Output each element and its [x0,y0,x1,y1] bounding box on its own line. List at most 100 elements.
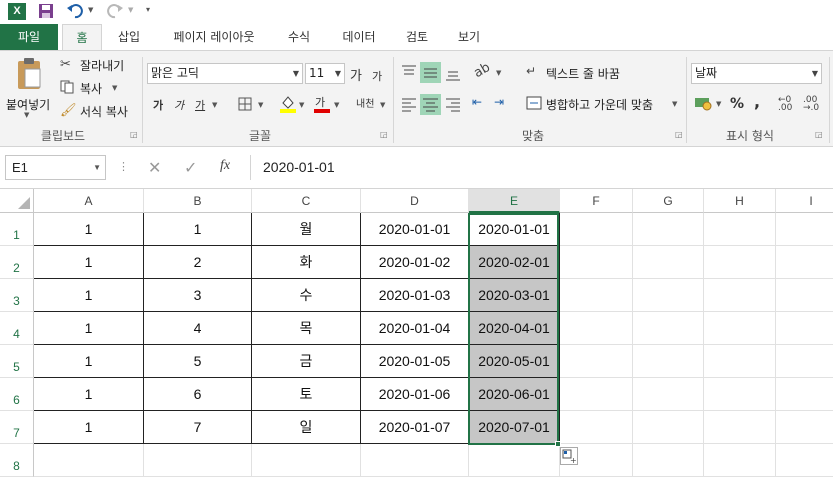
auto-fill-options-icon[interactable]: + [560,447,578,465]
format-painter-button[interactable]: 서식 복사 [80,103,128,120]
phonetic-dropdown-icon[interactable]: ▼ [380,101,385,109]
font-size-combo[interactable]: 11 ▼ [305,63,345,84]
cell-h5[interactable] [704,345,776,378]
accounting-dropdown-icon[interactable]: ▼ [716,100,721,108]
cell-d1[interactable]: 2020-01-01 [361,213,469,246]
decrease-font-size-button[interactable]: 가 [372,68,382,84]
number-format-combo[interactable]: 날짜 ▼ [691,63,822,84]
customize-icon[interactable]: ▾ [146,5,150,14]
cell-i7[interactable] [776,411,833,444]
tab-insert[interactable]: 삽입 [108,24,150,50]
cell-c5[interactable]: 금 [252,345,361,378]
bold-button[interactable]: 가 [153,97,163,113]
cell-e2[interactable]: 2020-02-01 [469,246,560,279]
underline-button[interactable]: 가 [195,97,205,113]
cell-f7[interactable] [560,411,633,444]
cell-h1[interactable] [704,213,776,246]
cell-i6[interactable] [776,378,833,411]
cell-g6[interactable] [633,378,704,411]
cell-e1[interactable]: 2020-01-01 [469,213,560,246]
undo-icon[interactable] [66,2,84,20]
cell-h4[interactable] [704,312,776,345]
cell-f4[interactable] [560,312,633,345]
check-icon[interactable]: ✓ [184,158,197,177]
phonetic-guide-button[interactable]: 내천 [356,95,374,110]
cell-i3[interactable] [776,279,833,312]
clipboard-launcher-icon[interactable]: ◲ [130,130,138,139]
cell-h8[interactable] [704,444,776,477]
borders-dropdown-icon[interactable]: ▼ [258,101,263,109]
undo-dropdown-icon[interactable]: ▼ [88,6,93,14]
column-header-e[interactable]: E [469,189,560,213]
cell-e3[interactable]: 2020-03-01 [469,279,560,312]
cell-g1[interactable] [633,213,704,246]
cell-a7[interactable]: 1 [34,411,144,444]
cell-e8[interactable] [469,444,560,477]
name-box[interactable]: E1 ▼ [5,155,106,180]
column-header-d[interactable]: D [361,189,469,213]
font-name-combo[interactable]: 맑은 고딕 ▼ [147,63,303,84]
tab-formulas[interactable]: 수식 [278,24,320,50]
cell-b3[interactable]: 3 [144,279,252,312]
cell-c8[interactable] [252,444,361,477]
italic-button[interactable]: 가 [174,97,184,113]
accounting-format-icon[interactable] [694,95,714,111]
cell-i1[interactable] [776,213,833,246]
cell-e4[interactable]: 2020-04-01 [469,312,560,345]
cell-f3[interactable] [560,279,633,312]
cell-f6[interactable] [560,378,633,411]
decrease-indent-icon[interactable]: ⇤ [472,95,482,109]
cell-g4[interactable] [633,312,704,345]
column-header-b[interactable]: B [144,189,252,213]
cell-b8[interactable] [144,444,252,477]
cell-d3[interactable]: 2020-01-03 [361,279,469,312]
tab-page-layout[interactable]: 페이지 레이아웃 [160,24,268,50]
comma-style-button[interactable]: , [754,92,760,111]
row-header[interactable]: 1 [0,213,34,246]
cell-i5[interactable] [776,345,833,378]
align-middle-icon[interactable] [420,62,441,83]
cell-g5[interactable] [633,345,704,378]
wrap-text-button[interactable]: 텍스트 줄 바꿈 [546,65,620,82]
fill-color-dropdown-icon[interactable]: ▼ [299,101,304,109]
cell-b4[interactable]: 4 [144,312,252,345]
cell-b2[interactable]: 2 [144,246,252,279]
percent-style-button[interactable]: % [730,96,744,112]
row-header[interactable]: 3 [0,279,34,312]
column-header-f[interactable]: F [560,189,633,213]
cell-h2[interactable] [704,246,776,279]
cell-g8[interactable] [633,444,704,477]
column-header-i[interactable]: I [776,189,833,213]
cut-icon[interactable]: ✂ [60,57,71,72]
cell-h6[interactable] [704,378,776,411]
decrease-decimal-icon[interactable]: .00 →.0 [803,96,819,113]
wrap-text-icon[interactable]: ↵ [526,64,536,78]
cell-a3[interactable]: 1 [34,279,144,312]
cell-c3[interactable]: 수 [252,279,361,312]
orientation-dropdown-icon[interactable]: ▼ [496,69,501,77]
number-launcher-icon[interactable]: ◲ [815,130,823,139]
cell-g3[interactable] [633,279,704,312]
fill-color-icon[interactable] [280,94,296,113]
font-color-button[interactable]: 가 [314,94,330,113]
orientation-icon[interactable]: ab [471,60,493,81]
cell-d8[interactable] [361,444,469,477]
cut-button[interactable]: 잘라내기 [80,57,124,74]
cell-a1[interactable]: 1 [34,213,144,246]
cell-a6[interactable]: 1 [34,378,144,411]
row-header[interactable]: 7 [0,411,34,444]
cell-i4[interactable] [776,312,833,345]
cell-a2[interactable]: 1 [34,246,144,279]
cell-f2[interactable] [560,246,633,279]
cell-c7[interactable]: 일 [252,411,361,444]
redo-icon[interactable] [106,2,124,20]
cell-i8[interactable] [776,444,833,477]
align-left-icon[interactable] [400,95,418,113]
cell-a4[interactable]: 1 [34,312,144,345]
merge-center-button[interactable]: 병합하고 가운데 맞춤 [546,96,653,113]
cell-b6[interactable]: 6 [144,378,252,411]
cell-e7[interactable]: 2020-07-01 [469,411,560,444]
row-header[interactable]: 8 [0,444,34,477]
font-color-dropdown-icon[interactable]: ▼ [334,101,339,109]
align-top-icon[interactable] [400,63,418,81]
